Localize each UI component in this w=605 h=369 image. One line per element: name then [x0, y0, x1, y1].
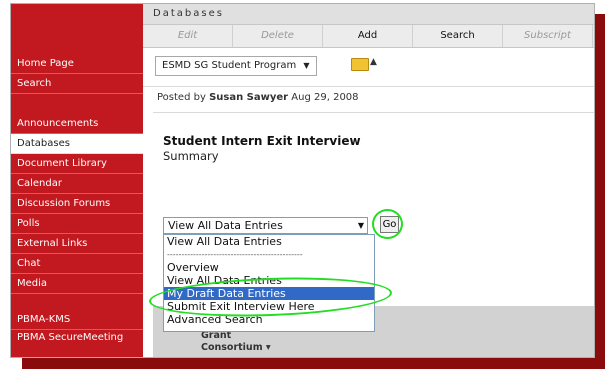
sidebar-item-document-library[interactable]: Document Library [11, 154, 143, 174]
go-highlight-circle [372, 209, 403, 239]
post-author: Susan Sawyer [209, 92, 289, 103]
sidebar-item-external-links[interactable]: External Links [11, 234, 143, 254]
sidebar-item-pbma-kms[interactable]: PBMA-KMS [11, 310, 143, 330]
option-overview[interactable]: Overview [164, 261, 374, 274]
sidebar-nav: Home Page Search Announcements Databases… [11, 4, 143, 357]
posted-by-line: Posted by Susan Sawyer Aug 29, 2008 [157, 92, 359, 103]
grant-consortium-column[interactable]: Grant Consortium ▾ [201, 330, 271, 354]
sidebar-group-main: Home Page Search [11, 54, 143, 94]
program-select-value: ESMD SG Student Program [162, 60, 297, 71]
program-select[interactable]: ESMD SG Student Program ▼ [155, 56, 317, 76]
sidebar-item-home-page[interactable]: Home Page [11, 54, 143, 74]
option-view-all-data-entries[interactable]: View All Data Entries [164, 235, 374, 248]
sidebar-item-calendar[interactable]: Calendar [11, 174, 143, 194]
sidebar-item-discussion-forums[interactable]: Discussion Forums [11, 194, 143, 214]
post-date: Aug 29, 2008 [291, 92, 359, 103]
chevron-down-icon: ▼ [303, 61, 310, 70]
view-select-value: View All Data Entries [168, 219, 283, 232]
option-separator: ----------------------------------------… [167, 250, 303, 259]
sidebar-item-announcements[interactable]: Announcements [11, 114, 143, 134]
delete-button[interactable]: Delete [233, 25, 323, 47]
sidebar-item-pbma-securemeeting[interactable]: PBMA SecureMeeting [11, 330, 143, 357]
entry-title: Student Intern Exit Interview [163, 134, 361, 148]
caret-up-icon: ▲ [370, 57, 377, 67]
entry-subtitle: Summary [163, 149, 219, 163]
search-button[interactable]: Search [413, 25, 503, 47]
add-button[interactable]: Add [323, 25, 413, 47]
view-select[interactable]: View All Data Entries ▼ [163, 217, 368, 234]
divider [153, 112, 594, 113]
sidebar-group-links: PBMA-KMS PBMA SecureMeeting [11, 310, 143, 357]
program-select-row: ESMD SG Student Program ▼ ▲ [143, 48, 594, 87]
sidebar-item-databases[interactable]: Databases [11, 134, 143, 154]
screenshot-frame: Home Page Search Announcements Databases… [10, 3, 595, 358]
subscribe-button[interactable]: Subscript [503, 25, 593, 47]
sidebar-item-media[interactable]: Media [11, 274, 143, 294]
sidebar-group-tools: Announcements Databases Document Library… [11, 114, 143, 294]
sidebar-item-chat[interactable]: Chat [11, 254, 143, 274]
chevron-down-icon: ▼ [357, 221, 364, 230]
folder-icon[interactable] [351, 58, 369, 71]
page-title: Databases [143, 4, 594, 25]
consortium-line: Consortium ▾ [201, 342, 271, 353]
posted-by-prefix: Posted by [157, 92, 206, 103]
sidebar-item-search[interactable]: Search [11, 74, 143, 94]
toolbar: Edit Delete Add Search Subscript [143, 25, 594, 48]
sidebar-item-polls[interactable]: Polls [11, 214, 143, 234]
edit-button[interactable]: Edit [143, 25, 233, 47]
